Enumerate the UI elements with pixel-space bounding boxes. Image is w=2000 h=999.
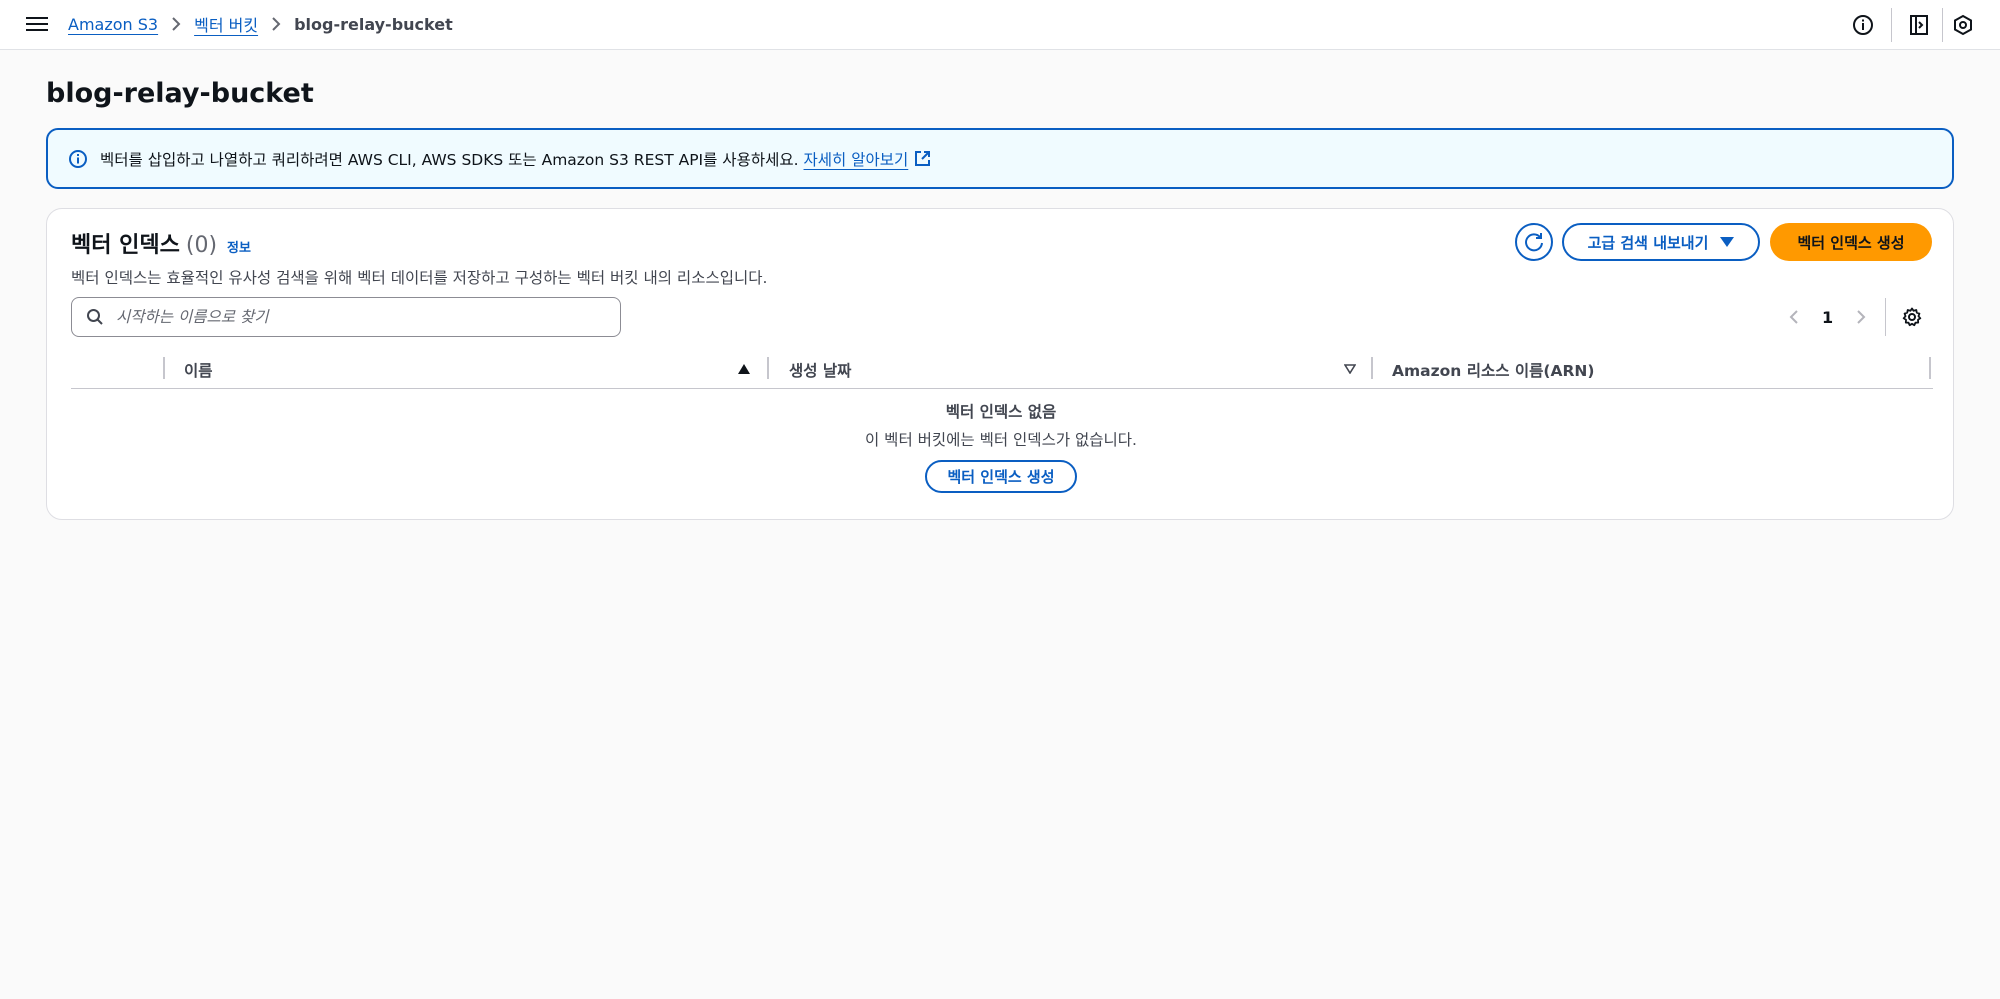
refresh-button[interactable]	[1515, 223, 1553, 261]
empty-state-create-button[interactable]: 벡터 인덱스 생성	[925, 460, 1077, 493]
column-divider	[1371, 357, 1373, 379]
page-title: blog-relay-bucket	[46, 78, 314, 109]
column-header-arn[interactable]: Amazon 리소스 이름(ARN)	[1392, 359, 1594, 381]
breadcrumb-amazon-s3[interactable]: Amazon S3	[68, 15, 158, 34]
side-panel-icon[interactable]	[1908, 14, 1930, 36]
chevron-right-icon	[158, 17, 194, 31]
search-input[interactable]	[116, 308, 596, 326]
vector-index-panel: 벡터 인덱스 (0) 정보 벡터 인덱스는 효율적인 유사성 검색을 위해 벡터…	[46, 208, 1954, 520]
pagination: 1	[1787, 305, 1868, 329]
learn-more-link[interactable]: 자세히 알아보기	[804, 148, 932, 170]
info-link[interactable]: 정보	[227, 237, 251, 256]
hamburger-menu-icon[interactable]	[26, 14, 48, 36]
top-navigation: Amazon S3 벡터 버킷 blog-relay-bucket	[0, 0, 2000, 50]
empty-state-title: 벡터 인덱스 없음	[945, 403, 1057, 421]
chevron-left-icon[interactable]	[1787, 309, 1803, 325]
search-icon	[87, 309, 103, 325]
hexagon-settings-icon[interactable]	[1952, 14, 1974, 36]
info-banner: 벡터를 삽입하고 나열하고 쿼리하려면 AWS CLI, AWS SDKS 또는…	[46, 128, 1954, 189]
panel-description: 벡터 인덱스는 효율적인 유사성 검색을 위해 벡터 데이터를 저장하고 구성하…	[71, 269, 768, 287]
breadcrumb-current: blog-relay-bucket	[294, 14, 453, 34]
item-count: (0)	[185, 233, 218, 258]
chevron-right-icon	[258, 17, 294, 31]
refresh-icon	[1525, 233, 1543, 252]
info-circle-icon[interactable]	[1852, 14, 1874, 36]
info-circle-icon	[69, 149, 87, 168]
panel-title: 벡터 인덱스	[71, 233, 180, 258]
sort-unsorted-icon[interactable]	[1344, 364, 1356, 374]
banner-text: 벡터를 삽입하고 나열하고 쿼리하려면 AWS CLI, AWS SDKS 또는…	[100, 150, 799, 169]
search-field[interactable]	[71, 297, 621, 337]
table-header: 이름 생성 날짜 Amazon 리소스 이름(ARN)	[71, 347, 1933, 389]
chevron-right-icon[interactable]	[1852, 309, 1868, 325]
export-dropdown-button[interactable]: 고급 검색 내보내기	[1562, 223, 1760, 261]
breadcrumb-vector-buckets[interactable]: 벡터 버킷	[194, 12, 258, 36]
breadcrumb: Amazon S3 벡터 버킷 blog-relay-bucket	[68, 12, 453, 36]
column-divider	[1929, 357, 1931, 379]
column-divider	[163, 357, 165, 379]
caret-down-icon	[1720, 237, 1735, 247]
current-page[interactable]: 1	[1822, 308, 1833, 327]
divider	[1942, 8, 1943, 42]
sort-ascending-icon[interactable]	[738, 364, 750, 374]
column-header-name[interactable]: 이름	[184, 359, 213, 381]
gear-icon[interactable]	[1902, 307, 1922, 327]
learn-more-label: 자세히 알아보기	[803, 150, 909, 169]
empty-state-description: 이 벡터 버킷에는 벡터 인덱스가 없습니다.	[865, 431, 1137, 449]
export-button-label: 고급 검색 내보내기	[1587, 233, 1709, 252]
divider	[1891, 8, 1892, 42]
column-divider	[767, 357, 769, 379]
panel-header: 벡터 인덱스 (0) 정보	[71, 227, 251, 259]
external-link-icon	[915, 151, 931, 166]
column-header-created[interactable]: 생성 날짜	[789, 359, 851, 381]
create-vector-index-button[interactable]: 벡터 인덱스 생성	[1770, 223, 1932, 261]
divider	[1885, 298, 1886, 336]
